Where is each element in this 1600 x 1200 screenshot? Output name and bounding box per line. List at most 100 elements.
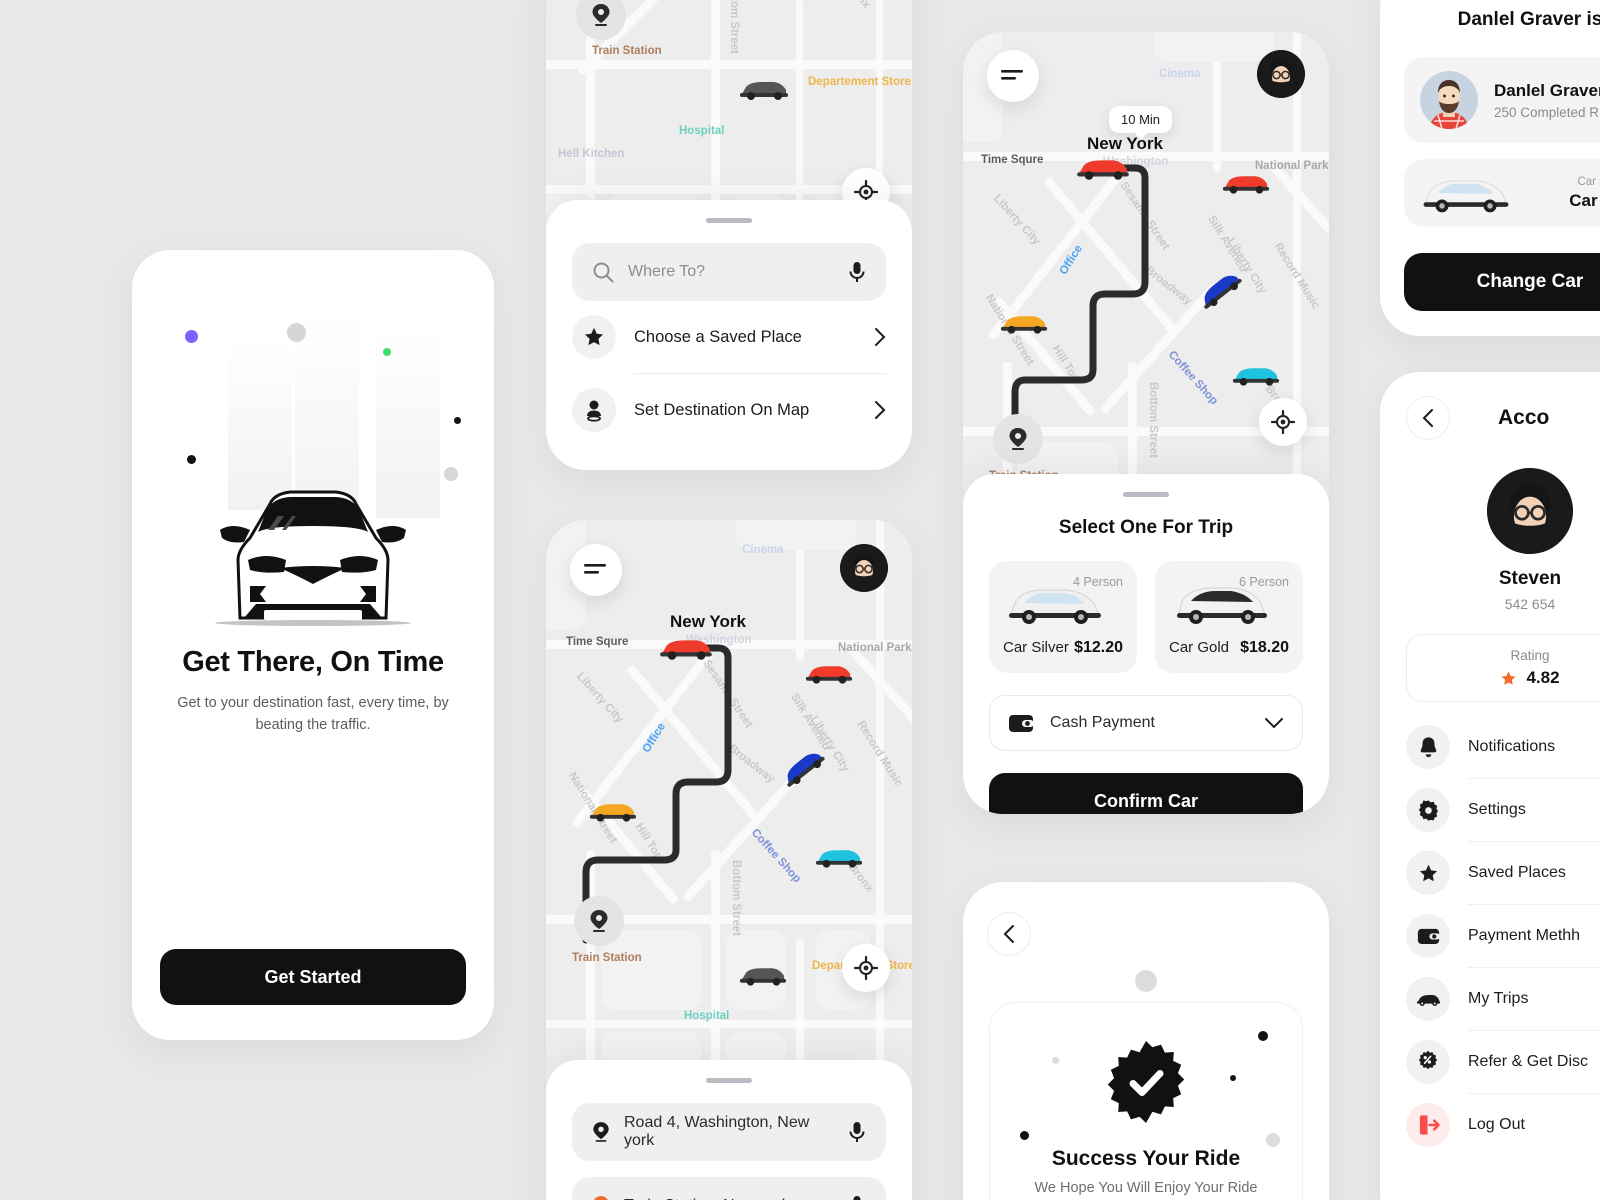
- map-label-national-park: National Park: [838, 642, 912, 654]
- change-car-button[interactable]: Change Car: [1404, 253, 1600, 311]
- gear-icon: [1418, 799, 1438, 821]
- choose-saved-place-row[interactable]: Choose a Saved Place: [572, 301, 886, 373]
- car-options: 4 Person Car Silver $12.20 6 Person Car …: [989, 561, 1303, 673]
- rating-box: Rating 4.82: [1406, 634, 1600, 702]
- menu-item-settings[interactable]: Settings: [1406, 779, 1600, 841]
- drag-handle[interactable]: [706, 1078, 752, 1083]
- map-label-sesame-street: Sesame Street: [1117, 179, 1172, 253]
- rating-value-row: 4.82: [1500, 668, 1560, 688]
- search-input[interactable]: Where To?: [572, 243, 886, 301]
- destination-field-1[interactable]: Road 4, Washington, New york: [572, 1103, 886, 1161]
- decorative-dot: [1020, 1131, 1029, 1140]
- car-option-silver[interactable]: 4 Person Car Silver $12.20: [989, 561, 1137, 673]
- menu-item-logout[interactable]: Log Out: [1406, 1094, 1600, 1156]
- train-station-pin[interactable]: [993, 414, 1043, 464]
- page-title: Get There, On Time: [182, 646, 444, 678]
- drag-handle[interactable]: [1123, 492, 1169, 497]
- driver-arriving-screen: Danlel Graver is Danlel Graver 250 Compl…: [1380, 0, 1600, 336]
- menu-button[interactable]: [987, 50, 1039, 102]
- percent-badge-icon: [1418, 1050, 1438, 1070]
- percent-badge-icon-wrap: [1406, 1040, 1450, 1084]
- set-destination-row[interactable]: Set Destination On Map: [572, 374, 886, 446]
- get-started-button[interactable]: Get Started: [160, 949, 466, 1005]
- map-label-departement-store: Departement Store: [808, 76, 911, 88]
- microphone-icon[interactable]: [848, 1195, 866, 1200]
- chevron-right-icon: [875, 328, 886, 346]
- account-header: Acco: [1406, 396, 1600, 440]
- menu-item-payment-methods[interactable]: Payment Methh: [1406, 905, 1600, 967]
- bell-icon-wrap: [1406, 725, 1450, 769]
- chevron-left-icon: [1003, 925, 1014, 943]
- star-icon: [585, 327, 603, 346]
- map-pin-icon: [1009, 428, 1027, 450]
- menu-label: Log Out: [1468, 1116, 1525, 1133]
- menu-item-notifications[interactable]: Notifications: [1406, 716, 1600, 778]
- account-menu: Notifications Settings Saved Places Paym…: [1406, 716, 1600, 1156]
- car-model-label: Car Model N: [1577, 175, 1600, 188]
- car-cyan-icon: [1232, 368, 1280, 386]
- car-name: Car Gold: [1169, 639, 1230, 656]
- menu-label: My Trips: [1468, 990, 1529, 1007]
- app-showcase: Get There, On Time Get to your destinati…: [0, 0, 1600, 1200]
- decorative-dot: [1258, 1031, 1268, 1041]
- car-yellow-icon: [1000, 316, 1048, 334]
- microphone-icon[interactable]: [848, 1121, 866, 1143]
- payment-method-select[interactable]: Cash Payment: [989, 695, 1303, 751]
- bell-icon: [1420, 737, 1436, 758]
- dot-purple: [185, 330, 198, 343]
- map-label-national-park: National Park: [1255, 160, 1329, 172]
- avatar: [1487, 468, 1573, 554]
- map-place-name: New York: [1087, 134, 1163, 153]
- locate-me-button[interactable]: [842, 944, 890, 992]
- menu-item-saved-places[interactable]: Saved Places: [1406, 842, 1600, 904]
- car-dark-icon: [739, 968, 787, 986]
- menu-item-my-trips[interactable]: My Trips: [1406, 968, 1600, 1030]
- onboarding-illustration: [132, 250, 494, 640]
- car-side-icon-wrap: [1406, 977, 1450, 1021]
- driver-info-row[interactable]: Danlel Graver 250 Completed R: [1404, 57, 1600, 143]
- map-label-cinema: Cinema: [742, 544, 784, 556]
- user-avatar[interactable]: [840, 544, 888, 592]
- route-screen: New York Washington Cinema Time Squre Na…: [546, 520, 912, 1200]
- wallet-icon: [1009, 715, 1034, 732]
- wallet-icon: [1417, 928, 1440, 944]
- locate-me-button[interactable]: [1259, 398, 1307, 446]
- logout-icon: [1419, 1115, 1440, 1135]
- menu-button[interactable]: [570, 544, 622, 596]
- car-front-icon: [215, 490, 411, 626]
- search-destination-screen: Train Station Hill Top Coffee Shop Bronx…: [546, 0, 912, 470]
- map-pin-icon: [594, 1196, 608, 1200]
- car-option-gold[interactable]: 6 Person Car Gold $18.20: [1155, 561, 1303, 673]
- menu-item-refer[interactable]: Refer & Get Disc: [1406, 1031, 1600, 1093]
- menu-label: Payment Methh: [1468, 927, 1581, 944]
- decorative-dot: [1052, 1057, 1059, 1064]
- map-label-train-station-2: Train Station: [572, 952, 642, 964]
- map-label-sesame-street: Sesame Street: [700, 657, 755, 731]
- map-label-bronx: Bronx: [843, 0, 873, 11]
- locate-crosshair-icon: [854, 956, 878, 980]
- driver-name: Danlel Graver: [1494, 80, 1600, 100]
- driver-rides: 250 Completed R: [1494, 104, 1600, 120]
- user-avatar[interactable]: [1487, 468, 1573, 554]
- payment-method-label: Cash Payment: [1050, 714, 1155, 731]
- user-avatar[interactable]: [1257, 50, 1305, 98]
- driver-car-row[interactable]: Car Model N Car Silve: [1404, 159, 1600, 227]
- map-label-coffee-shop: Coffee Shop: [1165, 348, 1220, 408]
- map-label-cinema: Cinema: [1159, 68, 1201, 80]
- confirm-car-button[interactable]: Confirm Car: [989, 773, 1303, 814]
- microphone-icon[interactable]: [848, 261, 866, 283]
- map-pin-icon: [590, 910, 608, 932]
- success-title: Success Your Ride: [1051, 1147, 1241, 1170]
- success-screen: Success Your Ride We Hope You Will Enjoy…: [963, 882, 1329, 1200]
- drag-handle[interactable]: [706, 218, 752, 223]
- menu-label: Refer & Get Disc: [1468, 1053, 1589, 1070]
- back-button[interactable]: [987, 912, 1031, 956]
- account-profile: Steven 542 654: [1406, 468, 1600, 612]
- account-screen: Acco Steven 542 654 Rating 4.82 Notifica…: [1380, 372, 1600, 1200]
- dot-green: [383, 348, 391, 356]
- train-station-pin[interactable]: [574, 896, 624, 946]
- destination-field-2[interactable]: Train Station, New york: [572, 1177, 886, 1200]
- back-button[interactable]: [1406, 396, 1450, 440]
- chevron-down-icon: [1265, 718, 1283, 729]
- search-placeholder: Where To?: [628, 263, 706, 280]
